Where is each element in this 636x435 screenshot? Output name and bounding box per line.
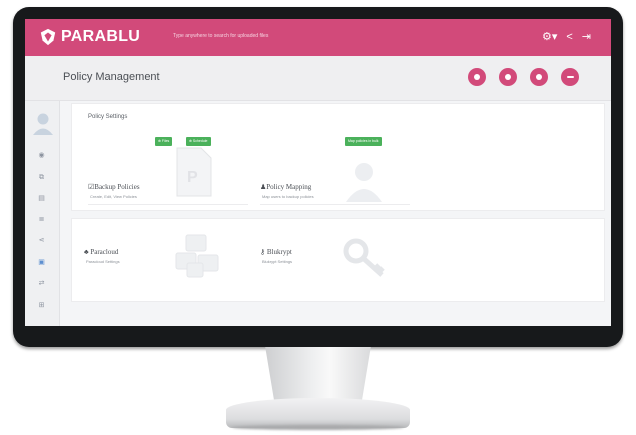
backup-policies-subtitle: Create, Edit, View Policies (90, 194, 137, 199)
monitor-neck (265, 347, 371, 405)
key-icon (343, 238, 385, 277)
svg-text:P: P (187, 169, 198, 186)
paracloud-subtitle: Paracloud Settings (86, 259, 120, 264)
schedule-tag[interactable]: ⊕ Schedule (186, 137, 211, 146)
divider (88, 204, 248, 205)
top-icons: ⚙▾ < ⇥ (542, 30, 591, 44)
cubes-icon (175, 234, 219, 278)
chart-icon (536, 74, 542, 80)
sidebar: ◉ ⧉ ▤ ≣ ⋖ ▣ ⇄ ⊞ (25, 101, 60, 326)
wrench-icon: ⚷ (260, 248, 266, 256)
top-bar: PARABLU Type anywhere to search for uplo… (25, 19, 611, 56)
reports-icon[interactable]: ≣ (37, 215, 46, 224)
cart-icon[interactable]: ⊞ (37, 301, 46, 310)
settings-dropdown-icon[interactable]: ⚙▾ (542, 30, 557, 43)
schedule-tag-label: Schedule (192, 139, 208, 143)
brand-name: PARABLU (61, 28, 141, 45)
document-p-icon: P (176, 147, 212, 197)
files-tag-label: Files (161, 139, 170, 143)
blukrypt-title: ⚷ Blukrypt (260, 248, 292, 256)
chart-action-button[interactable] (530, 68, 548, 86)
policy-mapping-title-text: Policy Mapping (266, 183, 312, 191)
storage-icon[interactable]: ▤ (37, 194, 46, 203)
blukrypt-subtitle: Blukrypt Settings (262, 259, 293, 264)
policy-mapping-title: ♟Policy Mapping (260, 183, 311, 191)
brand[interactable]: PARABLU (39, 28, 140, 46)
cloud-action-button[interactable] (468, 68, 486, 86)
shield-logo-icon (40, 28, 56, 46)
logout-icon[interactable]: ⇥ (582, 30, 591, 43)
page-header: Policy Management (25, 56, 611, 101)
search-input[interactable]: Type anywhere to search for uploaded fil… (173, 33, 268, 39)
avatar-icon[interactable] (31, 111, 55, 135)
paracloud-title-text: Paracloud (90, 248, 119, 256)
policy-settings-panel: Policy Settings ⊕ Files ⊕ Schedule Map p… (71, 103, 605, 211)
other-settings-panel: ♣ Paracloud Paracloud Settings ⚷ Blukryp… (71, 218, 605, 302)
minus-icon (566, 76, 574, 78)
page-title: Policy Management (63, 71, 160, 83)
blukrypt-title-text: Blukrypt (266, 248, 292, 256)
backup-policies-title-text: Backup Policies (94, 183, 140, 191)
screen: PARABLU Type anywhere to search for uplo… (25, 19, 611, 326)
map-policies-tag[interactable]: Map policies in bulk (345, 137, 382, 146)
paracloud-title: ♣ Paracloud (84, 248, 118, 256)
monitor-base-shadow (232, 425, 404, 430)
user-silhouette-icon (346, 163, 382, 202)
backup-policies-title: ☑Backup Policies (88, 183, 140, 191)
download-icon (505, 74, 511, 80)
monitor-base (226, 398, 410, 428)
share-network-icon[interactable]: ⋖ (37, 236, 46, 245)
files-icon[interactable]: ⧉ (37, 173, 46, 182)
section-label: Policy Settings (88, 114, 128, 120)
files-tag[interactable]: ⊕ Files (155, 137, 173, 146)
cloud-users-icon: ♣ (84, 248, 89, 256)
header-actions (468, 68, 579, 86)
transfer-icon[interactable]: ⇄ (37, 279, 46, 288)
download-action-button[interactable] (499, 68, 517, 86)
dashboard-icon[interactable]: ◉ (37, 151, 46, 160)
minus-action-button[interactable] (561, 68, 579, 86)
share-icon[interactable]: < (566, 31, 572, 43)
policy-mapping-subtitle: Map users to backup policies (262, 194, 314, 199)
cloud-icon (474, 74, 480, 80)
policy-icon[interactable]: ▣ (37, 258, 46, 267)
divider (260, 204, 410, 205)
